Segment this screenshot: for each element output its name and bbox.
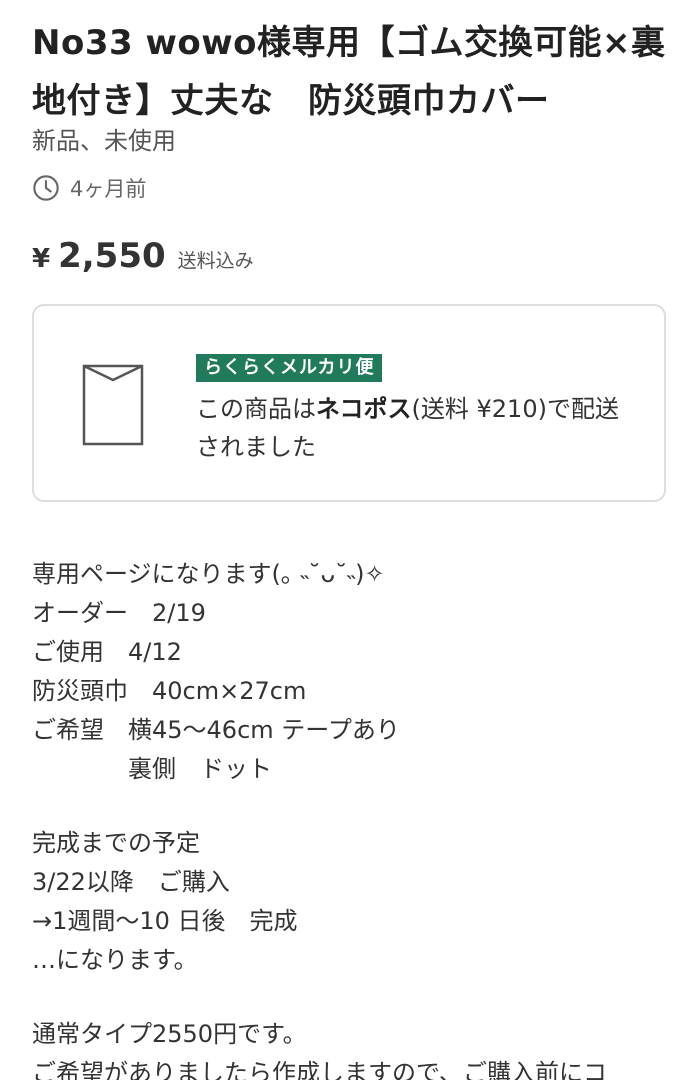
shipping-included-note: 送料込み — [177, 250, 254, 272]
description-blank-line — [32, 789, 682, 824]
shipping-text-before: この商品は — [196, 395, 316, 423]
description-line: …になります。 — [32, 946, 198, 974]
shipping-info-card: らくらくメルカリ便 この商品はネコポス(送料 ¥210)で配送されました — [32, 304, 666, 502]
description-line: 防災頭巾 40cm×27cm — [32, 677, 307, 705]
description-blank-line — [32, 980, 682, 1015]
description-line: 裏側 ドット — [32, 755, 272, 783]
description-line: ご希望 横45〜46cm テープあり — [32, 716, 400, 744]
item-title: No33 wowo様専用【ゴム交換可能×裏地付き】丈夫な 防災頭巾カバー — [32, 23, 666, 121]
posted-time: 4ヶ月前 — [70, 177, 147, 201]
item-condition: 新品、未使用 — [32, 127, 176, 155]
description-line: 完成までの予定 — [32, 829, 200, 857]
description-line: ご希望がありましたら作成しますので、ご購入前にコ — [32, 1059, 608, 1080]
description-line: ご使用 4/12 — [32, 638, 182, 666]
description-line: →1週間〜10 日後 完成 — [32, 907, 298, 935]
description-line: 専用ページになります(｡ ˵˘ᴗ˘˵)✧ — [32, 560, 385, 588]
description-line: 3/22以降 ご購入 — [32, 868, 230, 896]
description-line: 通常タイプ2550円です。 — [32, 1020, 307, 1048]
shipping-text: この商品はネコポス(送料 ¥210)で配送されました — [196, 390, 636, 466]
price-row: ¥ 2,550 送料込み — [32, 236, 254, 276]
posted-time-row: 4ヶ月前 — [32, 172, 146, 204]
item-description: 専用ページになります(｡ ˵˘ᴗ˘˵)✧ オーダー 2/19 ご使用 4/12 … — [32, 555, 682, 1080]
shipping-method: ネコポス — [316, 395, 412, 423]
shipping-badge: らくらくメルカリ便 — [196, 354, 383, 382]
clock-icon — [33, 175, 59, 201]
price-currency: ¥ — [32, 244, 51, 274]
envelope-icon — [82, 364, 144, 446]
price-value: 2,550 — [58, 236, 166, 276]
description-line: オーダー 2/19 — [32, 599, 206, 627]
